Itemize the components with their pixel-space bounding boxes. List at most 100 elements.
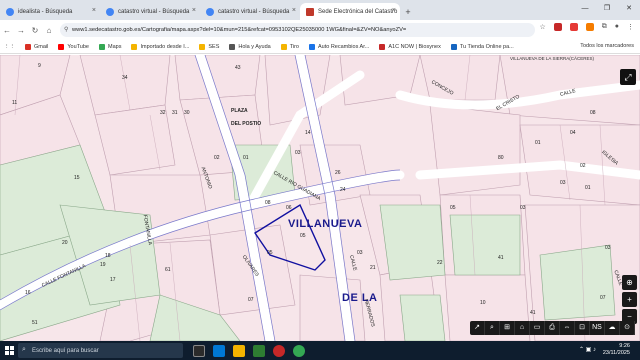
- bookmark-favicon: [450, 43, 457, 50]
- apps-grid-icon[interactable]: ⋮⋮: [4, 44, 15, 50]
- close-tab-icon[interactable]: ×: [92, 7, 96, 14]
- search-icon[interactable]: ⌕: [485, 321, 500, 335]
- close-tab-icon[interactable]: ×: [392, 7, 396, 14]
- tab-idealista[interactable]: idealista - Búsqueda ×: [0, 3, 100, 20]
- clock[interactable]: 9:26 23/11/2025: [603, 343, 630, 357]
- pdf-extension-icon[interactable]: [569, 23, 578, 31]
- parcel-number: 03: [295, 150, 301, 156]
- parcel-number: 24: [340, 187, 346, 193]
- new-tab-button[interactable]: +: [400, 3, 416, 20]
- parcel-number: 19: [100, 262, 106, 268]
- bookmark-favicon: [229, 43, 236, 50]
- bookmark-maps[interactable]: Maps: [99, 43, 121, 50]
- home-icon[interactable]: ⌂: [42, 26, 56, 35]
- url-text: www1.sedecatastro.gob.es/Cartografia/map…: [72, 27, 407, 33]
- extension-icon[interactable]: [585, 23, 594, 31]
- forward-icon[interactable]: →: [14, 26, 28, 35]
- back-icon[interactable]: ←: [0, 26, 14, 35]
- parcel-number: 21: [370, 265, 376, 271]
- bookmark-label: Gmail: [34, 43, 49, 50]
- bookmark-youtube[interactable]: YouTube: [58, 43, 89, 50]
- profile-icon[interactable]: ●: [615, 23, 619, 31]
- parcel-number: 08: [590, 110, 596, 116]
- menu-icon[interactable]: ⋮: [627, 23, 634, 31]
- north-south-button[interactable]: NS: [590, 321, 605, 335]
- measure-icon[interactable]: ⇔: [560, 321, 575, 335]
- layers-icon[interactable]: ⊞: [500, 321, 515, 335]
- parcel-number: 61: [165, 267, 171, 273]
- bookmark-star-icon[interactable]: ☆: [539, 23, 545, 31]
- gmail-icon: [25, 43, 31, 50]
- parcel-number: 02: [580, 163, 586, 169]
- toolbar-actions: ☆ ⧉ ● ⋮: [539, 23, 634, 31]
- bookmark-a1c-now[interactable]: A1C NOW | Biosynex: [379, 43, 441, 50]
- minimize-icon[interactable]: —: [574, 0, 596, 20]
- parcel-number: 32: [160, 110, 166, 116]
- taskbar-search[interactable]: ⌕ Escribe aquí para buscar: [18, 343, 183, 358]
- plaza-label: DEL POSTIO: [231, 121, 262, 127]
- windows-taskbar: ⌕ Escribe aquí para buscar ⌃ ▣ ♪ 9:26 23…: [0, 341, 640, 360]
- close-tab-icon[interactable]: ×: [292, 7, 296, 14]
- parcel-number: 9: [38, 63, 41, 69]
- folder-icon: [280, 43, 287, 50]
- fullscreen-icon[interactable]: ⤢: [620, 69, 636, 85]
- bookmark-label: YouTube: [67, 43, 89, 50]
- locate-icon[interactable]: ⊕: [622, 275, 637, 290]
- tab-catastro-virtual-1[interactable]: catastro virtual - Búsqueda ×: [100, 3, 200, 20]
- bookmark-label: A1C NOW | Biosynex: [388, 43, 441, 50]
- parcel-number: 17: [110, 277, 116, 283]
- address-bar[interactable]: ⚲ www1.sedecatastro.gob.es/Cartografia/m…: [60, 23, 535, 37]
- bookmark-imported[interactable]: Importado desde I...: [131, 43, 189, 50]
- site-info-icon[interactable]: ⚲: [64, 26, 68, 33]
- home-icon[interactable]: ⌂: [515, 321, 530, 335]
- tab-sede-catastro[interactable]: Sede Electrónica del Catastro ×: [300, 3, 400, 20]
- app-icon[interactable]: [273, 344, 285, 357]
- maps-icon: [99, 43, 105, 50]
- parcel-number: 22: [437, 260, 443, 266]
- town-label: DE LA: [342, 292, 378, 304]
- tab-label: catastro virtual - Búsqueda: [118, 8, 190, 15]
- parcel-number: 43: [235, 65, 241, 71]
- extensions-puzzle-icon[interactable]: ⧉: [602, 23, 607, 31]
- parcel-number: 26: [335, 170, 341, 176]
- parcel-number: 41: [498, 255, 504, 261]
- bookmark-auto-recambios[interactable]: Auto Recambios Ar...: [308, 43, 369, 50]
- close-window-icon[interactable]: ✕: [618, 0, 640, 20]
- parcel-number: 11: [12, 100, 18, 106]
- file-explorer-icon[interactable]: [233, 344, 245, 357]
- pan-icon[interactable]: ↗: [470, 321, 485, 335]
- bing-icon: [6, 8, 14, 16]
- bookmark-label: SES: [208, 43, 220, 50]
- bookmark-tienda-online[interactable]: Tu Tienda Online pa...: [450, 43, 514, 50]
- bookmark-hola-ayuda[interactable]: Hola y Ayuda: [229, 43, 271, 50]
- select-area-icon[interactable]: ▭: [530, 321, 545, 335]
- parcel-number: 01: [535, 140, 541, 146]
- bookmark-tiro[interactable]: Tiro: [280, 43, 299, 50]
- store-icon[interactable]: [253, 344, 265, 357]
- parcel-number: 18: [105, 253, 111, 259]
- folder-icon: [131, 43, 138, 50]
- zoom-in-button[interactable]: +: [622, 292, 637, 307]
- bookmark-gmail[interactable]: Gmail: [25, 43, 49, 50]
- close-tab-icon[interactable]: ×: [192, 7, 196, 14]
- extension-icon[interactable]: [553, 23, 562, 31]
- all-bookmarks-button[interactable]: Todos los marcadores: [580, 43, 634, 49]
- cadastral-map[interactable]: VILLANUEVA DE LA SIERRA(CÁCERES) ⤢ VILLA…: [0, 55, 640, 341]
- chrome-icon[interactable]: [293, 344, 305, 357]
- start-button[interactable]: [0, 341, 18, 360]
- edge-icon[interactable]: [213, 344, 225, 357]
- maximize-icon[interactable]: ❐: [596, 0, 618, 20]
- parcel-number: 10: [480, 300, 486, 306]
- bookmark-ses[interactable]: SES: [199, 43, 220, 50]
- print-icon[interactable]: ⎙: [545, 321, 560, 335]
- tab-catastro-virtual-2[interactable]: catastro virtual - Búsqueda ×: [200, 3, 300, 20]
- frame-icon[interactable]: ⊡: [575, 321, 590, 335]
- reload-icon[interactable]: ↻: [28, 26, 42, 35]
- weather-icon[interactable]: ☁: [605, 321, 620, 335]
- parcel-number: 31: [172, 110, 178, 116]
- youtube-icon: [58, 43, 65, 50]
- parcel-number: 20: [62, 240, 68, 246]
- system-tray[interactable]: ⌃ ▣ ♪: [579, 346, 596, 353]
- task-view-icon[interactable]: [193, 344, 205, 357]
- info-icon[interactable]: ⊙: [620, 321, 635, 335]
